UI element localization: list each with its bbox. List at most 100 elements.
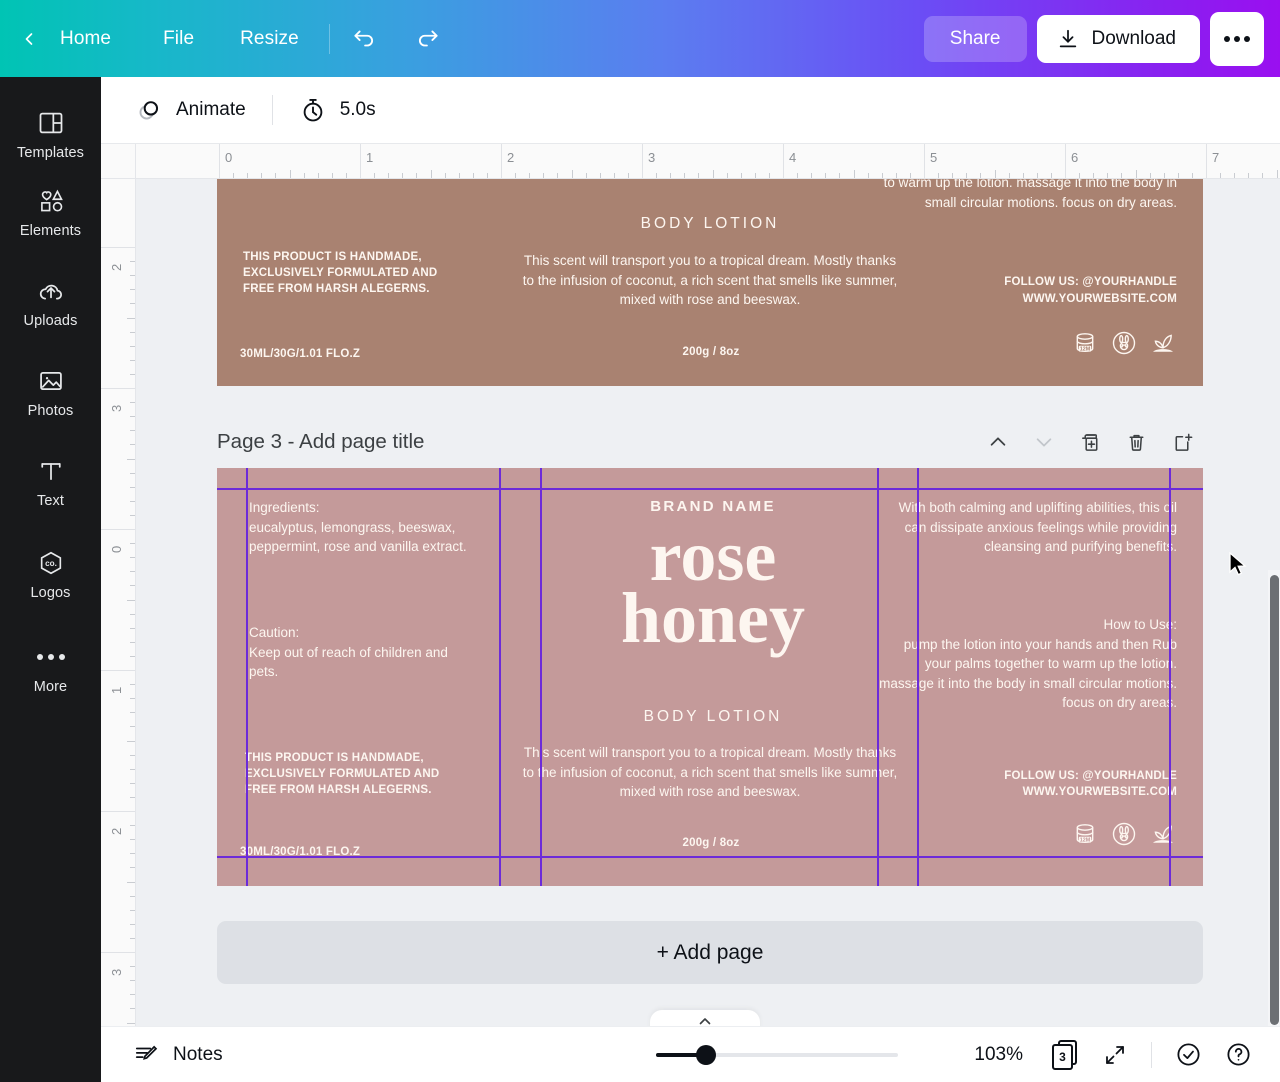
ruler-minor-tick [130,867,135,869]
ruler-major-line [101,529,135,530]
scent-description[interactable]: This scent will transport you to a tropi… [520,743,900,802]
resize-button[interactable]: Resize [224,19,315,59]
move-page-down-button[interactable] [1023,421,1065,463]
sidebar-item-templates[interactable]: Templates [0,95,101,173]
ruler-minor-tick [345,173,347,178]
design-page-3[interactable]: BRAND NAME rose honey BODY LOTION This s… [217,468,1203,886]
redo-button[interactable] [408,19,448,59]
ruler-minor-tick [127,458,135,460]
bottom-right-controls: 103% 3 [974,1033,1260,1077]
weight-center[interactable]: 200g / 8oz [621,836,801,852]
ruler-major-line [101,247,135,248]
plant-based-icon [1149,329,1177,362]
move-page-up-button[interactable] [977,421,1019,463]
page2-badge-row: 12M [961,329,1177,362]
pages-stack-icon: 3 [1052,1039,1078,1070]
ruler-minor-tick [1234,173,1236,178]
add-page-button[interactable]: + Add page [217,921,1203,984]
jar-12m-icon: 12M [1071,820,1099,853]
zoom-slider-track[interactable] [656,1044,898,1065]
ruler-minor-tick [130,782,135,784]
how-to-use-block[interactable]: How to Use: pump the lotion into your ha… [877,615,1177,713]
follow-us-text[interactable]: FOLLOW US: @YOURHANDLE [877,769,1177,785]
help-circle-icon [1226,1043,1250,1066]
home-button[interactable]: Home [44,19,127,59]
page2-follow-us: FOLLOW US: @YOURHANDLE [1004,276,1177,288]
ingredients-heading: Ingredients: [249,500,320,515]
canva-editor-window: Home File Resize Share Download Template… [0,0,1280,1082]
check-button[interactable] [1166,1033,1210,1077]
sidebar-item-elements[interactable]: Elements [0,173,101,251]
file-menu-button[interactable]: File [147,19,210,59]
caution-block[interactable]: Caution: Keep out of reach of children a… [249,623,471,682]
ruler-major-line [360,144,361,178]
website-text[interactable]: WWW.YOURWEBSITE.COM [877,785,1177,801]
ruler-minor-tick [317,173,319,178]
design-page-2-partial[interactable]: BODY LOTION This scent will transport yo… [217,179,1203,386]
volume-left[interactable]: 30ML/30G/1.01 FLO.Z [240,845,360,861]
help-button[interactable] [1216,1033,1260,1077]
ruler-minor-tick [130,331,135,333]
left-sidebar: Templates Elements Uploads Photos Text c… [0,77,101,1082]
fullscreen-button[interactable] [1093,1033,1137,1077]
ruler-minor-tick [684,173,686,178]
animate-button[interactable]: Animate [123,88,258,132]
hero-title[interactable]: rose honey [553,520,873,654]
ruler-minor-tick [130,585,135,587]
page-title[interactable]: Page 3 - Add page title [217,430,424,454]
ruler-minor-tick [472,173,474,178]
handmade-text[interactable]: THIS PRODUCT IS HANDMADE, EXCLUSIVELY FO… [245,751,465,799]
ruler-minor-tick [599,173,601,178]
ruler-minor-tick [811,173,813,178]
brand-name-text[interactable]: BRAND NAME [613,498,813,515]
page-count-button[interactable]: 3 [1043,1033,1087,1077]
download-button[interactable]: Download [1036,14,1200,63]
ruler-minor-tick [670,173,672,178]
chevron-left-icon[interactable] [16,26,42,52]
sidebar-item-more[interactable]: More [0,629,101,707]
add-page-after-button[interactable] [1161,421,1203,463]
svg-text:co.: co. [45,559,57,568]
ruler-minor-tick [130,472,135,474]
ruler-minor-tick [127,1022,135,1024]
ruler-minor-tick [130,655,135,657]
delete-page-button[interactable] [1115,421,1157,463]
ruler-minor-tick [130,684,135,686]
body-lotion-heading[interactable]: BODY LOTION [603,708,823,726]
ruler-minor-tick [585,173,587,178]
ruler-minor-tick [1050,173,1052,178]
notes-button[interactable]: Notes [121,1035,235,1075]
share-button[interactable]: Share [923,15,1027,62]
zoom-percent-label[interactable]: 103% [974,1044,1023,1066]
ruler-minor-tick [1093,173,1095,178]
badge-row[interactable]: 12M [961,820,1177,853]
ruler-minor-tick [740,173,742,178]
sidebar-item-logos[interactable]: co. Logos [0,535,101,613]
undo-button[interactable] [344,19,384,59]
page2-handmade-text: THIS PRODUCT IS HANDMADE, EXCLUSIVELY FO… [243,251,438,295]
ruler-minor-tick [627,173,629,178]
duplicate-page-button[interactable] [1069,421,1111,463]
ruler-minor-tick [130,261,135,263]
duration-button[interactable]: 5.0s [287,88,388,132]
ruler-major-line [924,144,925,178]
ruler-minor-tick [130,839,135,841]
canvas-scroll-area[interactable]: BODY LOTION This scent will transport yo… [136,179,1280,1034]
ruler-minor-tick [486,173,488,178]
ruler-minor-tick [881,173,883,178]
ruler-minor-tick [1220,173,1222,178]
guide-vertical [246,468,248,886]
sidebar-item-photos[interactable]: Photos [0,353,101,431]
benefits-text[interactable]: With both calming and uplifting abilitie… [877,498,1177,557]
sidebar-item-text[interactable]: Text [0,443,101,521]
more-options-button[interactable] [1210,11,1264,66]
zoom-slider-knob[interactable] [696,1044,716,1065]
jar-12m-icon: 12M [1071,329,1099,362]
sidebar-item-uploads[interactable]: Uploads [0,263,101,341]
zoom-slider[interactable] [656,1044,898,1065]
ruler-minor-tick [712,170,714,178]
vertical-scrollbar-thumb[interactable] [1270,575,1279,1025]
ingredients-block[interactable]: Ingredients: eucalyptus, lemongrass, bee… [249,498,471,557]
ruler-minor-tick [768,173,770,178]
sidebar-label: Text [37,493,64,509]
